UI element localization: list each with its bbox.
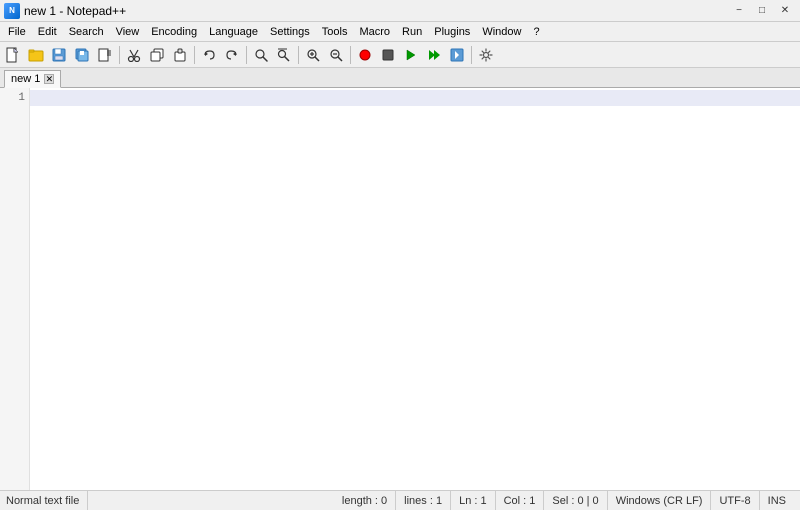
toolbar-separator [119, 46, 120, 64]
status-encoding: UTF-8 [711, 491, 759, 510]
close-button[interactable]: ✕ [774, 2, 796, 20]
title-text: new 1 - Notepad++ [24, 4, 126, 18]
toolbar-separator [350, 46, 351, 64]
toolbar-btn-record[interactable] [354, 44, 376, 66]
toolbar-btn-savemacro[interactable] [446, 44, 468, 66]
menu-item-plugins[interactable]: Plugins [428, 22, 476, 41]
toolbar-btn-find[interactable] [250, 44, 272, 66]
status-filetype: Normal text file [6, 491, 88, 510]
status-ins: INS [760, 491, 794, 510]
tab-close-button[interactable]: ✕ [44, 74, 54, 84]
menu-item-macro[interactable]: Macro [353, 22, 396, 41]
editor-container: 1 [0, 88, 800, 490]
maximize-button[interactable]: □ [751, 2, 773, 20]
tab-label: new 1 [11, 73, 40, 85]
menu-item-settings[interactable]: Settings [264, 22, 316, 41]
toolbar-btn-copy[interactable] [146, 44, 168, 66]
toolbar-btn-new[interactable] [2, 44, 24, 66]
text-editor[interactable] [30, 88, 800, 490]
menu-item-language[interactable]: Language [203, 22, 264, 41]
menu-item-window[interactable]: Window [476, 22, 527, 41]
toolbar-btn-findinfiles[interactable] [273, 44, 295, 66]
toolbar-btn-runmacro[interactable] [423, 44, 445, 66]
toolbar-separator [298, 46, 299, 64]
toolbar-btn-redo[interactable] [221, 44, 243, 66]
toolbar-btn-stop[interactable] [377, 44, 399, 66]
status-eol: Windows (CR LF) [608, 491, 712, 510]
menu-item-help[interactable]: ? [527, 22, 545, 41]
toolbar-separator [194, 46, 195, 64]
toolbar-btn-zoomout[interactable] [325, 44, 347, 66]
minimize-button[interactable]: − [728, 2, 750, 20]
toolbar-btn-cut[interactable] [123, 44, 145, 66]
app-icon: N [4, 3, 20, 19]
toolbar-btn-undo[interactable] [198, 44, 220, 66]
status-col: Col : 1 [496, 491, 545, 510]
menu-item-edit[interactable]: Edit [32, 22, 63, 41]
window-controls: − □ ✕ [728, 2, 796, 20]
menu-item-file[interactable]: File [2, 22, 32, 41]
status-lines: lines : 1 [396, 491, 451, 510]
title-left: N new 1 - Notepad++ [4, 3, 126, 19]
toolbar [0, 42, 800, 68]
toolbar-separator [471, 46, 472, 64]
line-number: 1 [4, 90, 25, 106]
status-sel: Sel : 0 | 0 [544, 491, 607, 510]
tab-new1[interactable]: new 1 ✕ [4, 70, 61, 88]
toolbar-btn-paste[interactable] [169, 44, 191, 66]
toolbar-btn-play[interactable] [400, 44, 422, 66]
toolbar-btn-saveall[interactable] [71, 44, 93, 66]
status-length: length : 0 [334, 491, 396, 510]
title-bar: N new 1 - Notepad++ − □ ✕ [0, 0, 800, 22]
menu-bar: FileEditSearchViewEncodingLanguageSettin… [0, 22, 800, 42]
menu-item-encoding[interactable]: Encoding [145, 22, 203, 41]
menu-item-run[interactable]: Run [396, 22, 428, 41]
toolbar-btn-zoomin[interactable] [302, 44, 324, 66]
toolbar-btn-settings[interactable] [475, 44, 497, 66]
editor-content-area[interactable] [30, 88, 800, 490]
toolbar-btn-open[interactable] [25, 44, 47, 66]
toolbar-btn-save[interactable] [48, 44, 70, 66]
menu-item-tools[interactable]: Tools [316, 22, 354, 41]
tab-bar: new 1 ✕ [0, 68, 800, 88]
status-bar: Normal text file length : 0 lines : 1 Ln… [0, 490, 800, 510]
line-numbers: 1 [0, 88, 30, 490]
menu-item-view[interactable]: View [110, 22, 146, 41]
toolbar-separator [246, 46, 247, 64]
toolbar-btn-close-doc[interactable] [94, 44, 116, 66]
status-ln: Ln : 1 [451, 491, 496, 510]
menu-item-search[interactable]: Search [63, 22, 110, 41]
